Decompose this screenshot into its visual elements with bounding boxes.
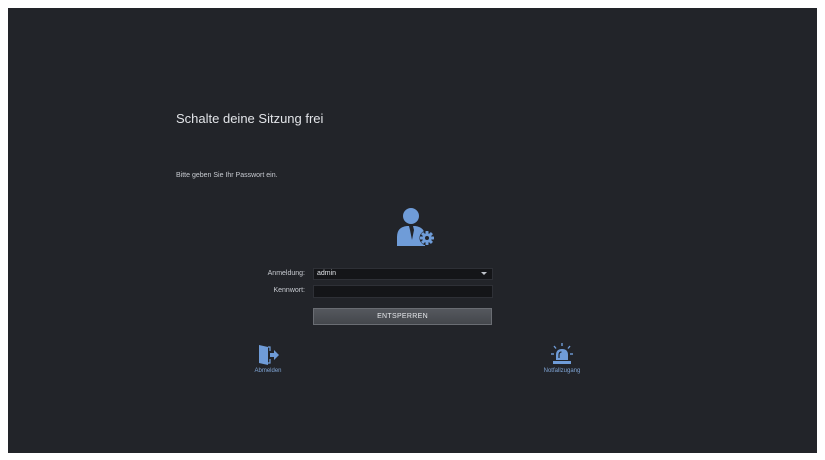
- instruction-text: Bitte geben Sie Ihr Passwort ein.: [176, 172, 278, 179]
- user-settings-icon: [394, 207, 438, 249]
- chevron-down-icon: [481, 272, 487, 275]
- login-value: admin: [317, 270, 337, 277]
- door-exit-icon: [259, 345, 279, 365]
- password-label: Kennwort:: [273, 287, 305, 294]
- logout-button[interactable]: Abmelden: [243, 344, 293, 374]
- login-select[interactable]: admin: [313, 268, 493, 280]
- page-title: Schalte deine Sitzung frei: [176, 111, 324, 126]
- lock-screen: Schalte deine Sitzung frei Bitte geben S…: [8, 8, 817, 453]
- unlock-button[interactable]: ENTSPERREN: [313, 308, 492, 325]
- emergency-access-button[interactable]: Notfallzugang: [527, 342, 597, 374]
- emergency-access-label: Notfallzugang: [543, 368, 581, 374]
- login-label: Anmeldung:: [267, 270, 305, 277]
- logout-label: Abmelden: [254, 368, 282, 374]
- password-field[interactable]: [313, 285, 493, 298]
- siren-icon: [551, 343, 573, 364]
